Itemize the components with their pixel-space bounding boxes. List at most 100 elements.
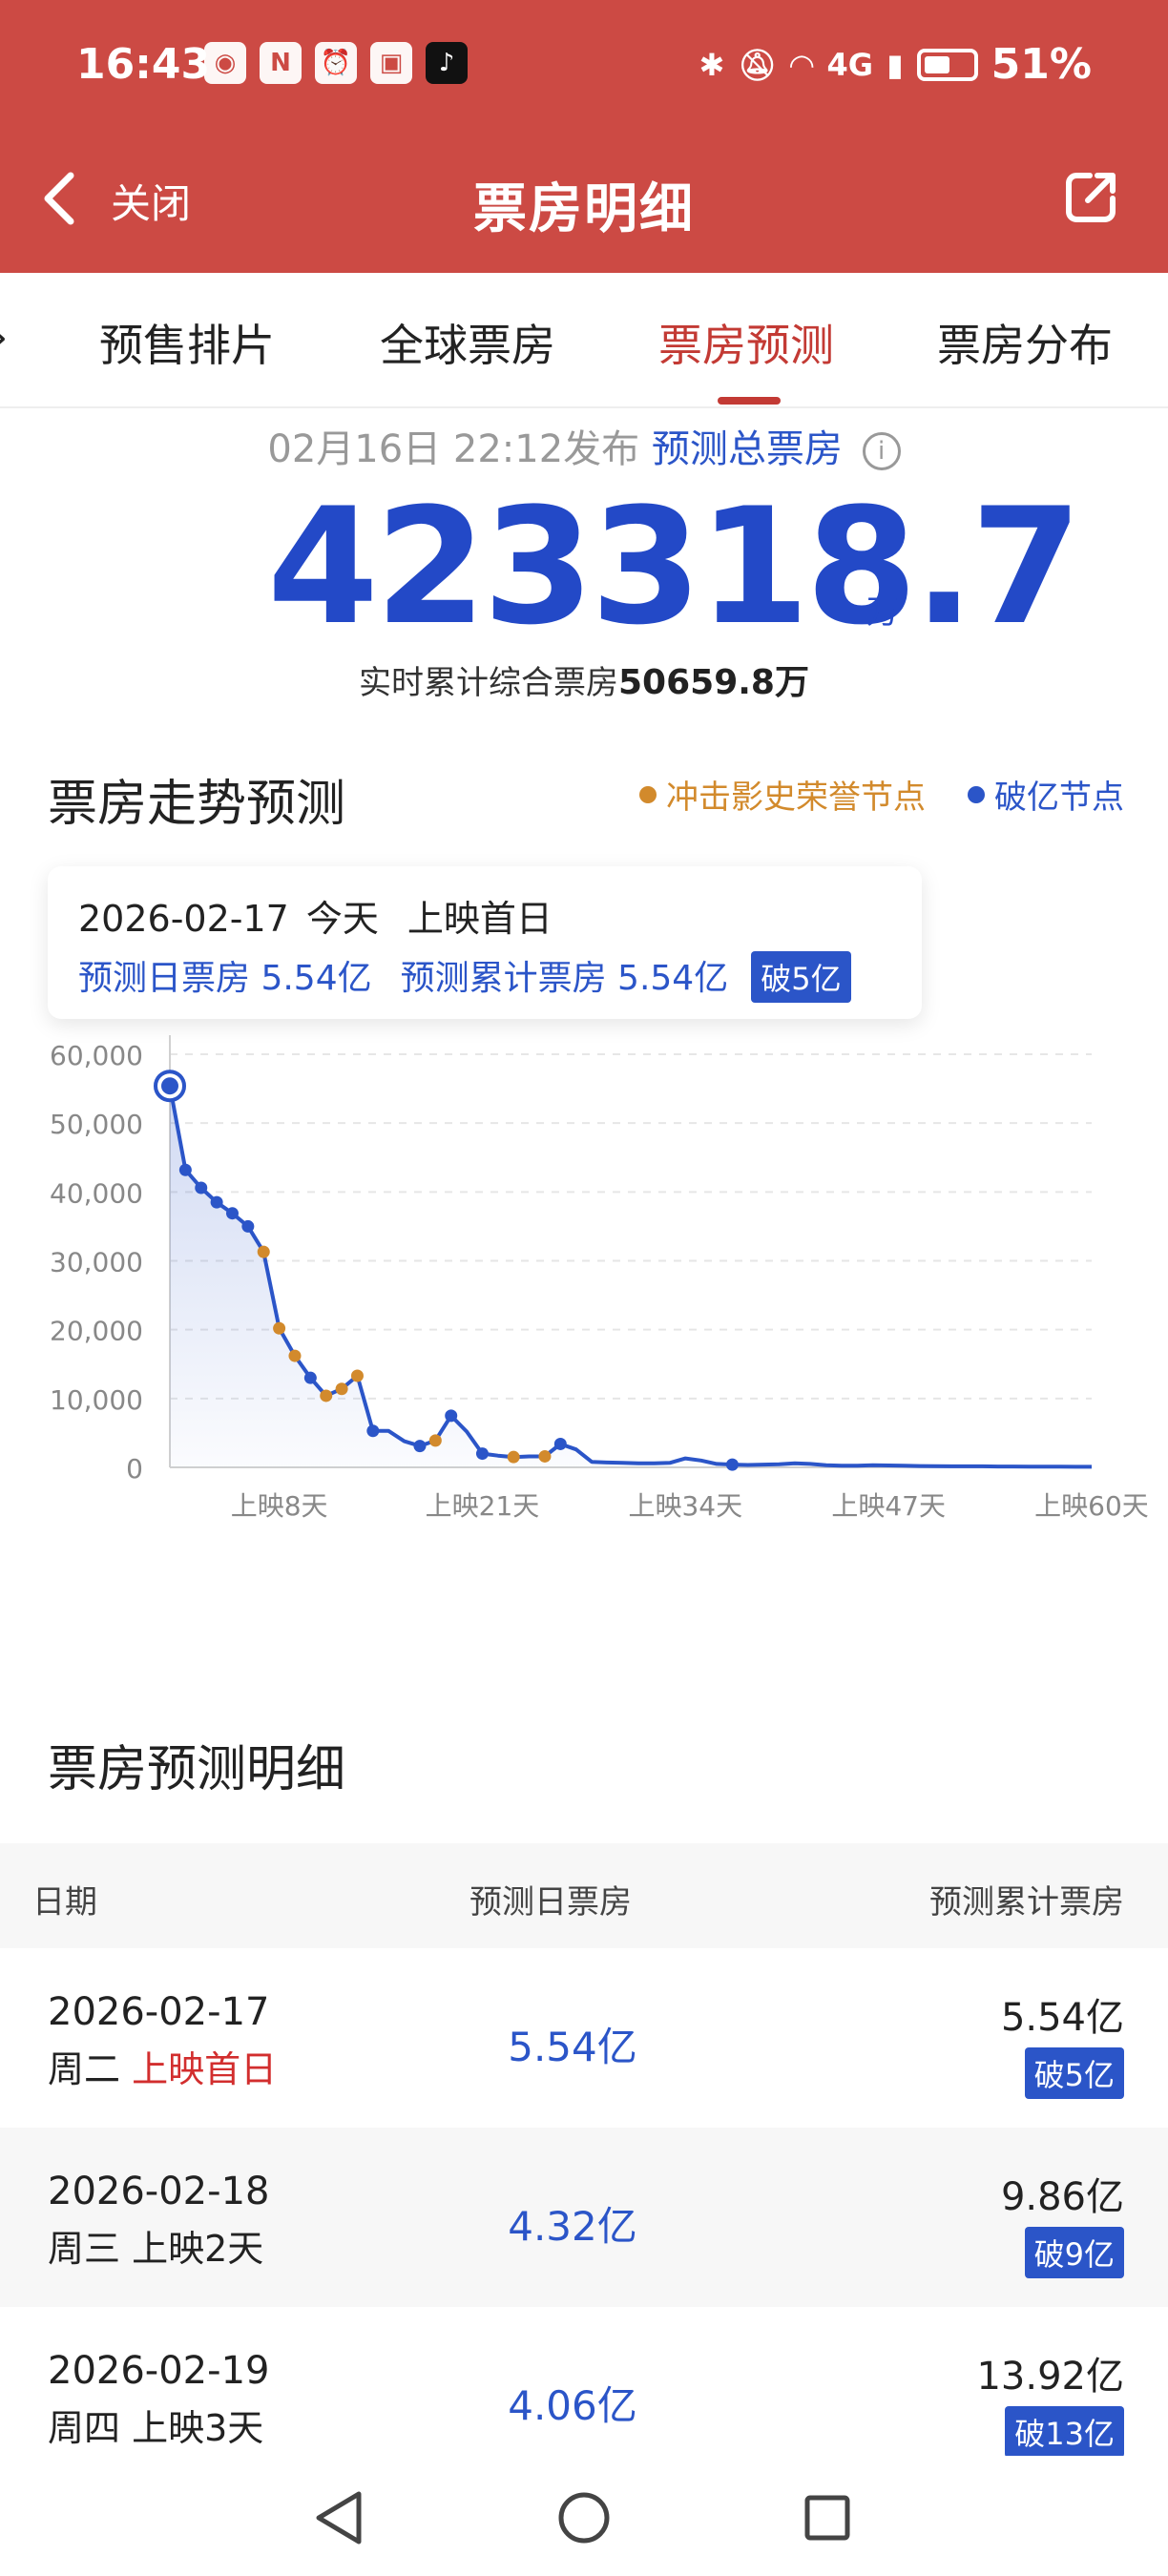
data-point-orange xyxy=(428,1434,442,1447)
realtime-value: 50659.8万 xyxy=(618,663,809,702)
status-bar: 16:43 ◉ N ⏰ ▣ ♪ ✱ 🔕︎ ◠ 4G ▮ 51% xyxy=(0,0,1168,134)
share-icon[interactable] xyxy=(1061,166,1122,227)
app-header: 16:43 ◉ N ⏰ ▣ ♪ ✱ 🔕︎ ◠ 4G ▮ 51% 关闭 票房明细 xyxy=(0,0,1168,273)
status-time: 16:43 xyxy=(76,40,211,89)
page-title: 票房明细 xyxy=(473,178,695,240)
legend-orange: 冲击影史荣誉节点 xyxy=(639,771,926,818)
nav-bar: 关闭 票房明细 xyxy=(0,134,1168,273)
row-day: 上映首日 xyxy=(132,2048,278,2090)
row-weekday: 周二 xyxy=(48,2048,121,2090)
row-badge: 破13亿 xyxy=(1005,2406,1124,2458)
data-point-blue xyxy=(178,1163,192,1176)
tooltip-values: 预测日票房 5.54亿 预测累计票房 5.54亿 破5亿 xyxy=(78,950,851,1003)
tiktok-icon: ♪ xyxy=(426,42,468,84)
predicted-total-unit: 万 xyxy=(866,593,899,632)
data-point-orange xyxy=(273,1321,286,1335)
row-weekday: 周四 xyxy=(48,2407,121,2449)
data-point-blue xyxy=(195,1181,208,1195)
data-point-orange xyxy=(288,1349,302,1362)
predicted-total-value: 423318.7 xyxy=(267,473,1082,660)
tooltip-day-label: 上映首日 xyxy=(407,898,553,940)
tab-presale[interactable]: 预售排片 xyxy=(99,311,275,374)
data-point-blue xyxy=(475,1447,489,1461)
info-icon[interactable]: i xyxy=(862,432,901,470)
row-sub: 周三 上映2天 xyxy=(48,2219,263,2272)
legend-blue-label: 破亿节点 xyxy=(994,779,1124,817)
row-sub: 周四 上映3天 xyxy=(48,2399,263,2451)
tooltip-badge: 破5亿 xyxy=(751,951,851,1003)
data-point-orange xyxy=(538,1449,552,1463)
table-header: 日期 预测日票房 预测累计票房 xyxy=(0,1843,1168,1948)
legend-blue: 破亿节点 xyxy=(968,771,1124,818)
recents-nav-icon[interactable] xyxy=(794,2484,861,2551)
battery-icon xyxy=(916,48,978,81)
y-tick-label: 30,000 xyxy=(50,1247,143,1278)
row-cum-value: 5.54亿 xyxy=(1000,1996,1124,2040)
battery-level: 51% xyxy=(991,40,1092,89)
y-tick-label: 60,000 xyxy=(50,1040,143,1071)
tooltip-date: 2026-02-17 xyxy=(78,898,289,940)
row-cumulative: 13.92亿 破13亿 xyxy=(976,2345,1124,2458)
data-point-blue xyxy=(225,1207,239,1220)
system-nav-bar xyxy=(0,2456,1168,2576)
tooltip-cumulative: 预测累计票房 5.54亿 xyxy=(400,959,729,998)
chart-tooltip: 2026-02-17 今天 上映首日 预测日票房 5.54亿 预测累计票房 5.54亿… xyxy=(48,866,922,1019)
y-tick-label: 50,000 xyxy=(50,1109,143,1140)
tooltip-daily: 预测日票房 5.54亿 xyxy=(78,959,372,998)
row-cum-value: 13.92亿 xyxy=(976,2355,1124,2399)
row-badge: 破9亿 xyxy=(1024,2227,1124,2278)
predict-total-label: 预测总票房 xyxy=(651,427,843,471)
tab-bar: › 预售排片 全球票房 票房预测 票房分布 xyxy=(0,273,1168,408)
row-date: 2026-02-18 xyxy=(48,2170,270,2213)
tab-partial[interactable]: › xyxy=(0,311,8,363)
data-point-orange xyxy=(350,1369,364,1382)
eye-icon: ◉ xyxy=(204,42,246,84)
row-cum-value: 9.86亿 xyxy=(1000,2175,1124,2219)
row-badge: 破5亿 xyxy=(1024,2047,1124,2099)
x-tick-label: 上映21天 xyxy=(426,1490,540,1522)
y-tick-label: 40,000 xyxy=(50,1177,143,1209)
nfc-icon: N xyxy=(260,42,302,84)
status-left-icons: ◉ N ⏰ ▣ ♪ xyxy=(204,42,468,84)
data-point-blue xyxy=(413,1440,427,1453)
row-day: 上映3天 xyxy=(132,2407,264,2449)
box-office-trend-chart[interactable]: 60,000 50,000 40,000 30,000 20,000 10,000 0 上映8… xyxy=(0,1021,1168,1536)
wifi-icon: ◠ xyxy=(789,46,814,83)
data-point-orange xyxy=(507,1450,520,1464)
data-point-orange xyxy=(320,1389,333,1402)
back-nav-icon[interactable] xyxy=(305,2484,372,2551)
table-row[interactable]: 2026-02-17 周二 上映首日 5.54亿 5.54亿 破5亿 xyxy=(0,1948,1168,2128)
table-row[interactable]: 2026-02-18 周三 上映2天 4.32亿 9.86亿 破9亿 xyxy=(0,2128,1168,2307)
alarm-icon: ⏰ xyxy=(315,42,357,84)
row-cumulative: 9.86亿 破9亿 xyxy=(1001,2166,1124,2278)
x-tick-label: 上映34天 xyxy=(628,1490,742,1522)
tab-forecast[interactable]: 票房预测 xyxy=(658,311,834,374)
trend-title: 票房走势预测 xyxy=(48,776,346,833)
data-point-blue xyxy=(210,1195,223,1209)
row-weekday: 周三 xyxy=(48,2228,121,2270)
row-date: 2026-02-19 xyxy=(48,2349,270,2393)
detail-title: 票房预测明细 xyxy=(48,1741,346,1798)
tab-distribution[interactable]: 票房分布 xyxy=(937,311,1113,374)
col-daily: 预测日票房 xyxy=(469,1883,632,1922)
legend-orange-label: 冲击影史荣誉节点 xyxy=(666,779,926,817)
orange-dot-icon xyxy=(639,785,657,803)
tooltip-header: 2026-02-17 今天 上映首日 xyxy=(78,889,553,942)
bluetooth-icon: ✱ xyxy=(699,46,725,83)
col-cumulative: 预测累计票房 xyxy=(929,1883,1124,1922)
data-point-blue xyxy=(725,1458,739,1471)
series-area xyxy=(170,1086,1092,1467)
data-point-blue xyxy=(241,1219,255,1233)
data-point-blue xyxy=(303,1371,317,1384)
tab-global[interactable]: 全球票房 xyxy=(380,311,555,374)
chart-legend: 冲击影史荣誉节点 破亿节点 xyxy=(639,771,1124,818)
realtime-label: 实时累计综合票房 xyxy=(359,664,618,702)
home-nav-icon[interactable] xyxy=(551,2484,617,2551)
x-tick-label: 上映8天 xyxy=(231,1490,328,1522)
network-type: 4G xyxy=(826,46,874,83)
row-daily: 4.32亿 xyxy=(508,2203,637,2250)
data-point-blue xyxy=(445,1409,458,1423)
realtime-box-office: 实时累计综合票房50659.8万 xyxy=(0,654,1168,704)
x-tick-label: 上映47天 xyxy=(831,1490,946,1522)
tooltip-today: 今天 xyxy=(305,898,379,940)
